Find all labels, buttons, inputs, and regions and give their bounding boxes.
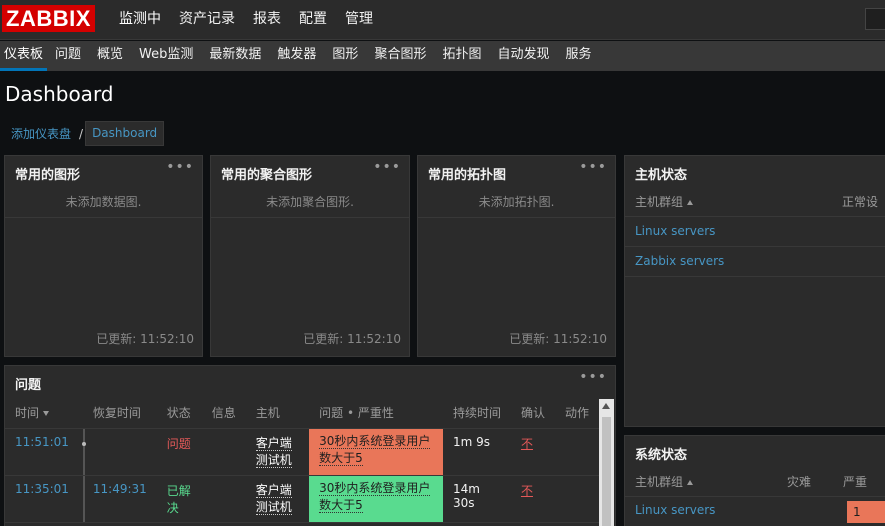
table-row: Zabbix servers (625, 247, 885, 277)
sort-down-icon (43, 411, 50, 417)
problem-link[interactable]: 30秒内系统登录用户数大于5 (319, 433, 431, 466)
breadcrumb-current[interactable]: Dashboard (85, 121, 165, 146)
top-menu-inventory[interactable]: 资产记录 (170, 0, 244, 40)
column-host: 主机 (245, 398, 310, 429)
top-menu-monitoring[interactable]: 监测中 (110, 0, 170, 40)
sub-menu-services[interactable]: 服务 (557, 41, 599, 71)
table-header: 主机群组 灾难 严重 (625, 467, 885, 497)
widget-title: 系统状态 (635, 448, 688, 463)
sub-menu-overview[interactable]: 概览 (89, 41, 131, 71)
breadcrumb: 添加仪表盘 / Dashboard (5, 121, 165, 146)
sub-menu-graphs[interactable]: 图形 (324, 41, 366, 71)
scroll-up-icon[interactable] (602, 403, 610, 409)
column-info: 信息 (201, 398, 246, 429)
column-ack: 确认 (510, 398, 555, 429)
sub-menu-latest-data[interactable]: 最新数据 (201, 41, 269, 71)
sub-menu-triggers[interactable]: 触发器 (269, 41, 324, 71)
sub-navigation: 仪表板 问题 概览 Web监测 最新数据 触发器 图形 聚合图形 拓扑图 自动发… (0, 41, 885, 71)
column-time[interactable]: 时间 (5, 398, 83, 429)
column-duration: 持续时间 (442, 398, 511, 429)
sub-menu-web[interactable]: Web监测 (131, 41, 201, 71)
severity-count[interactable]: 1 (847, 501, 885, 523)
column-disaster: 灾难 (787, 475, 812, 489)
empty-message: 未添加数据图. (5, 187, 202, 218)
top-menu: 监测中 资产记录 报表 配置 管理 (110, 0, 382, 40)
updated-time: 已更新: 11:52:10 (509, 332, 607, 346)
column-problem-severity: 问题 • 严重性 (309, 398, 443, 429)
top-navigation: ZABBIX 监测中 资产记录 报表 配置 管理 (0, 0, 885, 40)
host-group-link[interactable]: Linux servers (635, 224, 715, 238)
breadcrumb-separator: / (79, 126, 84, 141)
updated-time: 已更新: 11:52:10 (303, 332, 401, 346)
problem-time-link[interactable]: 11:35:01 (15, 482, 69, 496)
status-badge: 问题 (166, 436, 191, 451)
widget-title: 问题 (15, 378, 42, 393)
widget-menu-icon[interactable]: ••• (579, 159, 607, 175)
empty-message: 未添加聚合图形. (211, 187, 409, 218)
column-host-group[interactable]: 主机群组 (625, 193, 842, 210)
problem-time-link[interactable]: 11:51:01 (15, 435, 69, 449)
top-menu-configuration[interactable]: 配置 (290, 0, 336, 40)
table-row: 11:35:01 11:49:31 已解决 客户端测试机 30秒内系统登录用户数… (5, 475, 599, 523)
duration: 1m 9s (452, 434, 490, 449)
sub-menu-discovery[interactable]: 自动发现 (489, 41, 557, 71)
host-group-link[interactable]: Linux servers (635, 503, 715, 517)
updated-time: 已更新: 11:52:10 (96, 332, 194, 346)
sort-up-icon (687, 480, 694, 485)
scrollbar[interactable] (599, 399, 614, 526)
widget-favourite-maps: 常用的拓扑图 ••• 未添加拓扑图. 已更新: 11:52:10 (417, 155, 616, 357)
host-link[interactable]: 客户端测试机 (255, 435, 292, 468)
table-row: Linux servers (625, 217, 885, 247)
widget-favourite-graphs: 常用的图形 ••• 未添加数据图. 已更新: 11:52:10 (4, 155, 203, 357)
widget-menu-icon[interactable]: ••• (166, 159, 194, 175)
page-title: Dashboard (5, 82, 114, 106)
widget-favourite-screens: 常用的聚合图形 ••• 未添加聚合图形. 已更新: 11:52:10 (210, 155, 410, 357)
host-link[interactable]: 客户端测试机 (255, 482, 292, 515)
widget-host-status: 主机状态 主机群组 正常设 Linux servers Zabbix serve… (624, 155, 885, 427)
column-host-group[interactable]: 主机群组 (625, 473, 787, 490)
column-recovery-time: 恢复时间 (82, 398, 157, 429)
table-row: 11:51:01 问题 客户端测试机 30秒内系统登录用户数大于5 1m 9s … (5, 428, 599, 476)
ack-link[interactable]: 不 (521, 437, 533, 451)
sort-up-icon (687, 200, 694, 205)
widget-title: 常用的聚合图形 (221, 168, 313, 183)
table-header: 主机群组 正常设 (625, 187, 885, 217)
search-input[interactable] (865, 8, 885, 30)
widget-system-status: 系统状态 主机群组 灾难 严重 Linux servers 1 (624, 435, 885, 526)
widget-menu-icon[interactable]: ••• (579, 369, 607, 385)
host-group-link[interactable]: Zabbix servers (635, 254, 724, 268)
ack-link[interactable]: 不 (521, 484, 533, 498)
recovery-time-link[interactable]: 11:49:31 (93, 482, 147, 496)
sub-menu-problems[interactable]: 问题 (47, 41, 89, 71)
problem-link[interactable]: 30秒内系统登录用户数大于5 (319, 480, 431, 513)
widget-title: 常用的图形 (15, 168, 81, 183)
sub-menu-dashboard[interactable]: 仪表板 (0, 41, 48, 71)
widget-title: 主机状态 (635, 168, 688, 183)
problems-table: 时间 恢复时间 状态 信息 主机 问题 • 严重性 持续时间 确认 动作 11:… (5, 398, 599, 523)
status-badge: 已解决 (166, 483, 191, 515)
column-ok: 正常设 (842, 195, 879, 209)
widget-menu-icon[interactable]: ••• (373, 159, 401, 175)
timeline-dot (81, 441, 86, 446)
widget-title: 常用的拓扑图 (428, 168, 507, 183)
widget-problems: 问题 ••• 时间 恢复时间 状态 信息 主机 问题 • 严重性 持续时间 确认… (4, 365, 616, 526)
sub-menu-screens[interactable]: 聚合图形 (366, 41, 434, 71)
top-menu-reports[interactable]: 报表 (244, 0, 290, 40)
scroll-thumb[interactable] (602, 417, 611, 526)
empty-message: 未添加拓扑图. (418, 187, 615, 218)
duration: 14m 30s (452, 481, 480, 510)
sub-menu-maps[interactable]: 拓扑图 (434, 41, 489, 71)
column-status: 状态 (156, 398, 202, 429)
breadcrumb-add-dashboard[interactable]: 添加仪表盘 (5, 125, 77, 142)
top-menu-administration[interactable]: 管理 (336, 0, 382, 40)
column-actions: 动作 (554, 398, 599, 429)
zabbix-logo[interactable]: ZABBIX (2, 5, 95, 32)
column-severe: 严重 (843, 475, 868, 489)
